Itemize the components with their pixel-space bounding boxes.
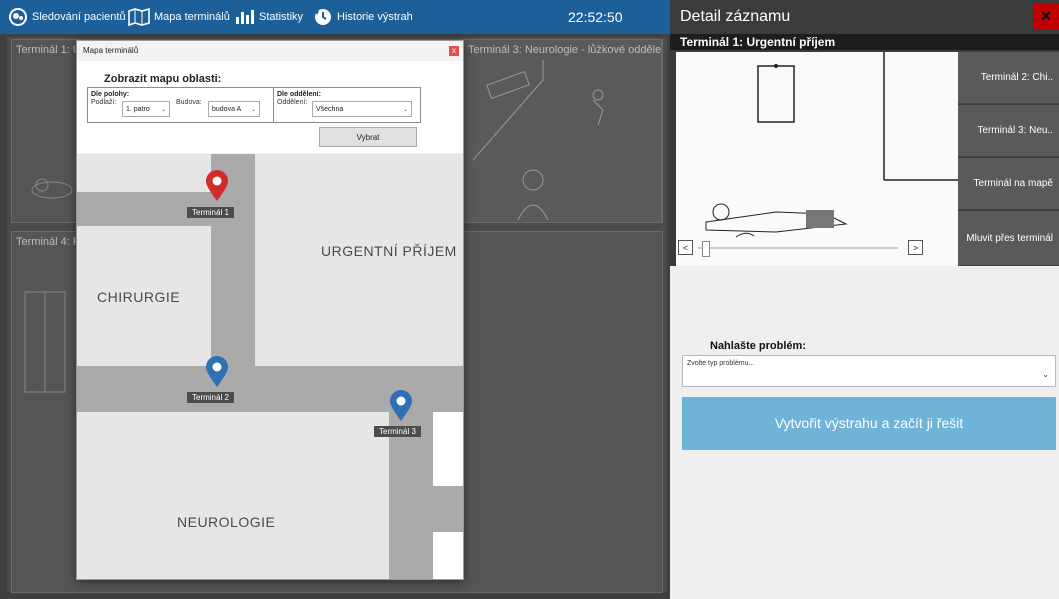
nav-map[interactable]: Mapa terminálů <box>128 0 230 34</box>
nav-patients-label: Sledování pacientů <box>32 11 126 23</box>
pin-terminal-2-label[interactable]: Terminál 2 <box>187 392 234 403</box>
nav-stats-label: Statistiky <box>259 11 304 23</box>
chevron-down-icon: ⌄ <box>250 107 256 113</box>
sketch-image <box>24 291 66 393</box>
side-item-terminal-3-label: Terminál 3: Neu.. <box>977 125 1053 136</box>
chevron-down-icon: ⌄ <box>402 107 408 113</box>
patients-icon <box>8 7 28 27</box>
room-urgent[interactable]: URGENTNÍ PŘÍJEM <box>321 243 457 259</box>
sketch-image <box>473 60 604 220</box>
dialog-close-button[interactable]: x <box>449 46 459 56</box>
problem-label: Nahlašte problém: <box>710 340 806 352</box>
department-group-title: Dle oddělení: <box>277 91 321 98</box>
image-slider-track[interactable] <box>698 247 898 249</box>
sketch-image <box>705 52 958 238</box>
side-item-terminal-map-label: Terminál na mapě <box>973 178 1053 189</box>
detail-panel: Detail záznamu × Terminál 1: Urgentní př… <box>670 0 1059 599</box>
pin-terminal-1-icon[interactable] <box>205 170 229 202</box>
prev-image-button[interactable]: < <box>678 240 693 255</box>
sketch-image <box>31 178 73 199</box>
location-group-title: Dle polohy: <box>91 91 130 98</box>
nav-history-label: Historie výstrah <box>337 11 413 23</box>
side-item-terminal-3[interactable]: Terminál 3: Neu.. <box>958 105 1059 157</box>
department-group: Dle oddělení: Oddělení: Všechna ⌄ <box>273 87 421 123</box>
terminal-tile-3[interactable]: Terminál 3: Neurologie - lůžkové oddělen… <box>462 39 662 223</box>
nav-stats[interactable]: Statistiky <box>235 0 303 34</box>
detail-close-button[interactable]: × <box>1033 3 1059 29</box>
floor-label: Podlaží: <box>91 99 117 106</box>
clock: 22:52:50 <box>568 9 623 25</box>
room-chirurgie[interactable]: CHIRURGIE <box>97 289 180 305</box>
floor-value: 1. patro <box>126 106 150 113</box>
pin-terminal-3-label[interactable]: Terminál 3 <box>374 426 421 437</box>
department-label: Oddělení: <box>277 99 308 106</box>
problem-type-select[interactable]: Zvolte typ problému... ⌄ <box>682 355 1056 387</box>
terminal-tile-3-label: Terminál 3: Neurologie - lůžkové oddělen… <box>468 44 662 56</box>
side-item-terminal-2-label: Terminál 2: Chi.. <box>980 72 1053 83</box>
building-value: budova A <box>212 106 242 113</box>
side-item-talk-label: Mluvit přes terminál <box>966 232 1053 244</box>
pin-terminal-1-label[interactable]: Terminál 1 <box>187 207 234 218</box>
create-alert-button[interactable]: Vytvořit výstrahu a začít ji řešit <box>682 397 1056 450</box>
stats-icon <box>235 9 255 25</box>
history-icon <box>313 7 333 27</box>
nav-history[interactable]: Historie výstrah <box>313 0 413 34</box>
pin-terminal-2-icon[interactable] <box>205 356 229 388</box>
detail-subtitle: Terminál 1: Urgentní příjem <box>670 34 1059 50</box>
pin-terminal-3-icon[interactable] <box>389 390 413 422</box>
map-icon <box>128 8 150 26</box>
location-group: Dle polohy: Podlaží: 1. patro ⌄ Budova: … <box>87 87 275 123</box>
terminal-tile-4-label: Terminál 4: F <box>16 236 80 248</box>
camera-image: < > <box>676 52 958 266</box>
corridor <box>433 486 463 532</box>
room-neurologie[interactable]: NEUROLOGIE <box>177 514 275 530</box>
map-dialog: Mapa terminálů x Zobrazit mapu oblasti: … <box>76 40 464 580</box>
nav-map-label: Mapa terminálů <box>154 11 230 23</box>
image-slider-thumb[interactable] <box>702 241 710 257</box>
floor-select[interactable]: 1. patro ⌄ <box>122 101 170 117</box>
top-nav-bar: Sledování pacientů Mapa terminálů Statis… <box>0 0 670 34</box>
floor-map: CHIRURGIE URGENTNÍ PŘÍJEM NEUROLOGIE Ter… <box>77 154 463 579</box>
nav-patients[interactable]: Sledování pacientů <box>8 0 126 34</box>
detail-title: Detail záznamu <box>680 8 791 25</box>
filter-panel: Zobrazit mapu oblasti: Dle polohy: Podla… <box>77 61 463 153</box>
department-select[interactable]: Všechna ⌄ <box>312 101 412 117</box>
chevron-down-icon: ⌄ <box>1042 370 1049 379</box>
problem-type-placeholder: Zvolte typ problému... <box>687 360 755 367</box>
room-block <box>433 412 463 486</box>
room-block <box>433 532 463 579</box>
side-item-terminal-map[interactable]: Terminál na mapě <box>958 158 1059 210</box>
filter-heading: Zobrazit mapu oblasti: <box>104 73 222 85</box>
side-item-terminal-2[interactable]: Terminál 2: Chi.. <box>958 52 1059 104</box>
building-select[interactable]: budova A ⌄ <box>208 101 260 117</box>
chevron-down-icon: ⌄ <box>160 107 166 113</box>
side-item-talk[interactable]: Mluvit přes terminál <box>958 211 1059 266</box>
select-button[interactable]: Vybrat <box>319 127 417 147</box>
next-image-button[interactable]: > <box>908 240 923 255</box>
dialog-title: Mapa terminálů <box>83 46 139 55</box>
building-label: Budova: <box>176 99 202 106</box>
department-value: Všechna <box>316 106 344 113</box>
